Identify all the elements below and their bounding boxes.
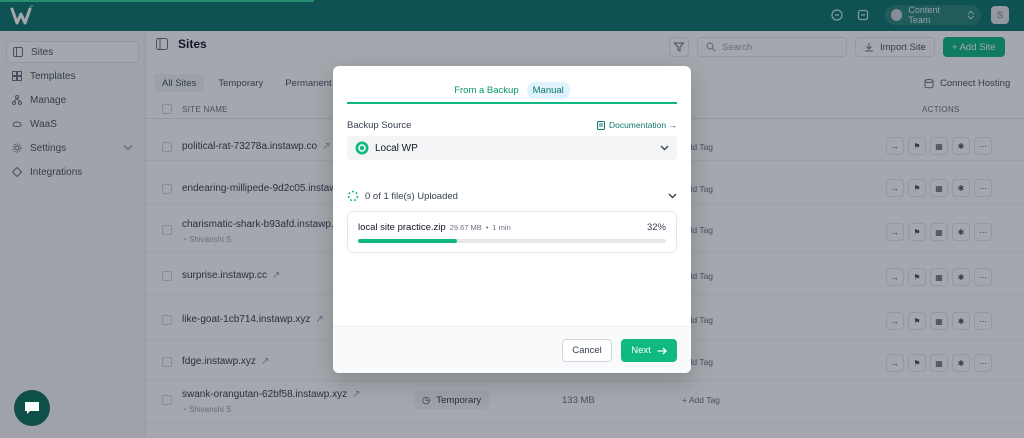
upload-percent: 32% — [646, 222, 666, 233]
tab-manual[interactable]: Manual — [526, 81, 570, 99]
restore-backup-modal: From a Backup Manual Backup Source Docum… — [333, 66, 691, 373]
local-wp-icon — [355, 141, 369, 155]
next-button[interactable]: Next — [621, 339, 677, 362]
cancel-button[interactable]: Cancel — [562, 339, 612, 362]
backup-source-header: Backup Source Documentation → — [347, 120, 677, 131]
file-name: local site practice.zip — [358, 222, 446, 233]
selected-source: Local WP — [375, 142, 418, 154]
file-size: 29.67 MB — [449, 223, 482, 232]
upload-progress-bar — [358, 239, 666, 243]
modal-footer: Cancel Next — [333, 326, 691, 373]
tab-from-backup[interactable]: From a Backup — [454, 85, 518, 96]
chevron-down-icon — [660, 145, 669, 151]
upload-status-text: 0 of 1 file(s) Uploaded — [365, 190, 458, 202]
documentation-link[interactable]: Documentation → — [596, 120, 677, 130]
upload-status-row[interactable]: 0 of 1 file(s) Uploaded — [347, 188, 677, 204]
arrow-right-icon — [657, 347, 667, 354]
spinner-icon — [347, 190, 359, 202]
upload-progress-fill — [358, 239, 457, 243]
document-icon — [596, 120, 605, 130]
file-info: local site practice.zip 29.67 MB • 1 min — [358, 222, 511, 233]
modal-tabs: From a Backup Manual — [347, 78, 677, 104]
backup-source-label: Backup Source — [347, 120, 412, 131]
meta-separator: • — [485, 223, 489, 232]
chat-icon — [25, 402, 39, 414]
chevron-down-icon — [668, 193, 677, 199]
upload-file-card: local site practice.zip 29.67 MB • 1 min… — [347, 211, 677, 253]
chat-widget-button[interactable] — [14, 390, 50, 426]
upload-time: 1 min — [492, 223, 511, 232]
backup-source-select[interactable]: Local WP — [347, 136, 677, 160]
